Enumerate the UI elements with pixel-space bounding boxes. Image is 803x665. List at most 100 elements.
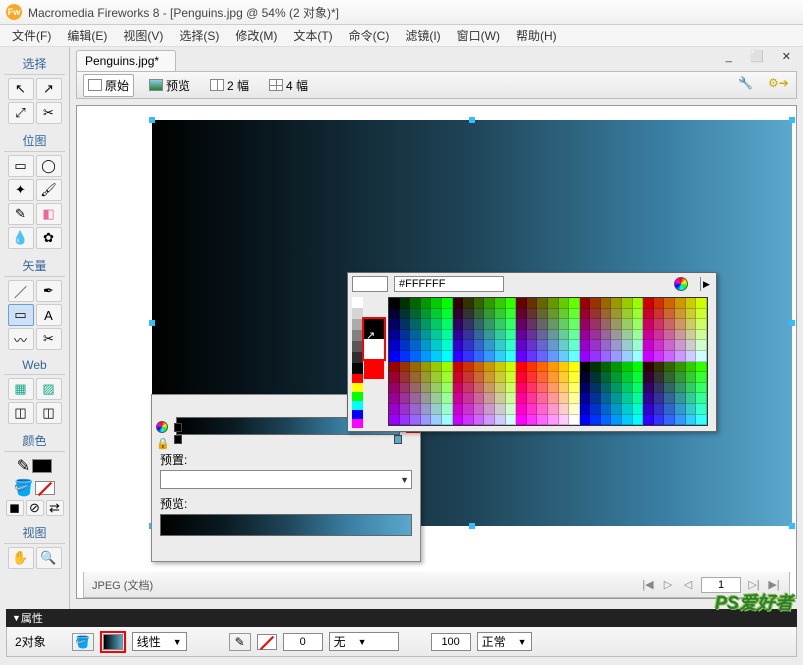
color-swatch[interactable] bbox=[410, 372, 421, 383]
color-swatch[interactable] bbox=[696, 415, 707, 426]
color-swatch[interactable] bbox=[580, 393, 591, 404]
line-tool[interactable]: ／ bbox=[8, 280, 34, 302]
color-swatch[interactable] bbox=[516, 298, 527, 309]
color-swatch[interactable] bbox=[622, 309, 633, 320]
color-swatch[interactable] bbox=[611, 362, 622, 373]
color-swatch[interactable] bbox=[410, 351, 421, 362]
color-swatch[interactable] bbox=[696, 404, 707, 415]
color-swatch[interactable] bbox=[389, 330, 400, 341]
color-swatch[interactable] bbox=[559, 415, 570, 426]
color-swatch[interactable] bbox=[601, 372, 612, 383]
color-swatch[interactable] bbox=[664, 372, 675, 383]
color-swatch[interactable] bbox=[527, 309, 538, 320]
color-swatch[interactable] bbox=[516, 351, 527, 362]
color-swatch[interactable] bbox=[580, 351, 591, 362]
color-swatch[interactable] bbox=[675, 351, 686, 362]
color-swatch[interactable] bbox=[559, 330, 570, 341]
color-swatch[interactable] bbox=[675, 309, 686, 320]
color-swatch[interactable] bbox=[506, 404, 517, 415]
color-swatch[interactable] bbox=[569, 393, 580, 404]
blend-mode-combo[interactable]: 正常 bbox=[477, 632, 532, 651]
subselect-tool[interactable]: ↗ bbox=[36, 78, 62, 100]
color-swatch[interactable] bbox=[622, 340, 633, 351]
fill-color-swatch[interactable] bbox=[103, 634, 123, 650]
menu-view[interactable]: 视图(V) bbox=[115, 25, 171, 46]
preset-combo[interactable] bbox=[160, 470, 412, 489]
color-swatch[interactable] bbox=[527, 404, 538, 415]
selection-handle[interactable] bbox=[149, 320, 155, 326]
color-swatch[interactable] bbox=[431, 372, 442, 383]
color-swatch[interactable] bbox=[590, 362, 601, 373]
color-swatch[interactable] bbox=[463, 404, 474, 415]
color-swatch[interactable] bbox=[664, 383, 675, 394]
color-swatch[interactable] bbox=[537, 372, 548, 383]
color-swatch[interactable] bbox=[516, 309, 527, 320]
color-swatch[interactable] bbox=[453, 340, 464, 351]
color-swatch[interactable] bbox=[484, 298, 495, 309]
color-swatch[interactable] bbox=[643, 383, 654, 394]
menu-filters[interactable]: 滤镜(I) bbox=[397, 25, 448, 46]
color-swatch[interactable] bbox=[463, 372, 474, 383]
slice-tool[interactable]: ▨ bbox=[36, 378, 62, 400]
color-swatch[interactable] bbox=[654, 340, 665, 351]
color-swatch[interactable] bbox=[601, 298, 612, 309]
color-swatch[interactable] bbox=[654, 330, 665, 341]
selection-handle[interactable] bbox=[149, 117, 155, 123]
hotspot-tool[interactable]: ▦ bbox=[8, 378, 34, 400]
menu-help[interactable]: 帮助(H) bbox=[508, 25, 565, 46]
color-swatch[interactable] bbox=[559, 362, 570, 373]
menu-file[interactable]: 文件(F) bbox=[4, 25, 59, 46]
color-swatch[interactable] bbox=[590, 372, 601, 383]
knife-tool[interactable]: ✂ bbox=[36, 328, 62, 350]
color-swatch[interactable] bbox=[484, 330, 495, 341]
color-swatch[interactable] bbox=[527, 383, 538, 394]
stroke-width-input[interactable] bbox=[283, 633, 323, 651]
color-swatch[interactable] bbox=[590, 393, 601, 404]
color-swatch[interactable] bbox=[633, 298, 644, 309]
color-swatch[interactable] bbox=[442, 383, 453, 394]
color-swatch[interactable] bbox=[654, 415, 665, 426]
color-swatch[interactable] bbox=[431, 351, 442, 362]
color-swatch[interactable] bbox=[463, 362, 474, 373]
color-swatch[interactable] bbox=[442, 298, 453, 309]
color-swatch[interactable] bbox=[601, 393, 612, 404]
color-swatch[interactable] bbox=[622, 319, 633, 330]
color-swatch[interactable] bbox=[389, 383, 400, 394]
color-swatch[interactable] bbox=[431, 393, 442, 404]
bucket-fill-icon[interactable]: 🪣 bbox=[14, 478, 34, 498]
color-swatch[interactable] bbox=[389, 393, 400, 404]
color-swatch[interactable] bbox=[506, 351, 517, 362]
color-swatch[interactable] bbox=[495, 372, 506, 383]
color-swatch[interactable] bbox=[516, 330, 527, 341]
color-swatch[interactable] bbox=[633, 340, 644, 351]
properties-title[interactable]: 属性 bbox=[6, 609, 797, 627]
selection-handle[interactable] bbox=[469, 117, 475, 123]
color-swatch[interactable] bbox=[569, 298, 580, 309]
color-swatch[interactable] bbox=[686, 372, 697, 383]
color-swatch[interactable] bbox=[410, 383, 421, 394]
color-swatch[interactable] bbox=[633, 372, 644, 383]
color-swatch[interactable] bbox=[495, 351, 506, 362]
color-swatch[interactable] bbox=[537, 362, 548, 373]
stroke-swatch[interactable] bbox=[32, 459, 52, 473]
menu-edit[interactable]: 编辑(E) bbox=[59, 25, 115, 46]
color-swatch[interactable] bbox=[495, 404, 506, 415]
color-swatch[interactable] bbox=[569, 330, 580, 341]
color-swatch[interactable] bbox=[463, 309, 474, 320]
color-swatch[interactable] bbox=[643, 340, 654, 351]
color-swatch[interactable] bbox=[453, 298, 464, 309]
color-swatch[interactable] bbox=[548, 393, 559, 404]
color-swatch[interactable] bbox=[633, 393, 644, 404]
lasso-tool[interactable]: ◯ bbox=[36, 155, 62, 177]
color-swatch[interactable] bbox=[580, 383, 591, 394]
gray-swatch[interactable] bbox=[352, 330, 363, 341]
color-swatch[interactable] bbox=[389, 404, 400, 415]
color-swatch[interactable] bbox=[537, 415, 548, 426]
color-swatch[interactable] bbox=[442, 351, 453, 362]
color-swatch[interactable] bbox=[654, 351, 665, 362]
color-swatch[interactable] bbox=[463, 340, 474, 351]
color-swatch[interactable] bbox=[633, 309, 644, 320]
color-swatch[interactable] bbox=[675, 383, 686, 394]
color-swatch[interactable] bbox=[463, 393, 474, 404]
color-swatch[interactable] bbox=[569, 319, 580, 330]
